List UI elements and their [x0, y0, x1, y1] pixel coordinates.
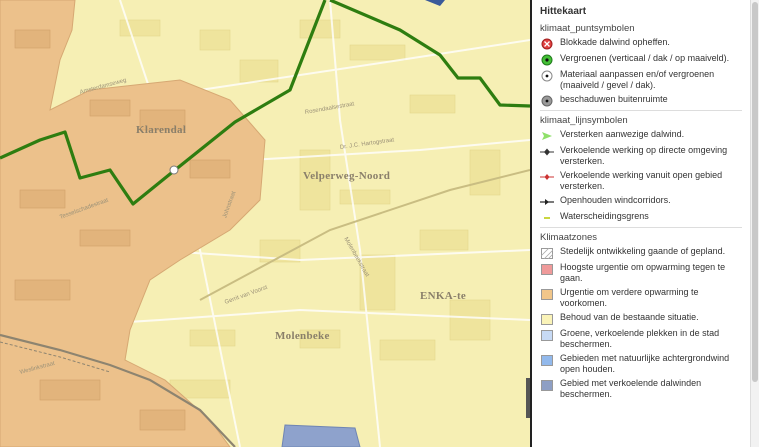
legend-item: Blokkade dalwind opheffen.: [540, 37, 750, 50]
place-label-velperweg-noord: Velperweg-Noord: [303, 170, 391, 182]
legend-item: Versterken aanwezige dalwind.: [540, 129, 750, 142]
legend-item: Behoud van de bestaande situatie.: [540, 312, 750, 325]
map-point-symbol[interactable]: [169, 165, 179, 175]
legend-item-label: Stedelijk ontwikkeling gaande of gepland…: [560, 246, 726, 256]
legend-item: Gebieden met natuurlijke achtergrondwind…: [540, 353, 750, 375]
legend-item-label: Gebied met verkoelende dalwinden bescher…: [560, 378, 702, 399]
orange-box-icon: [540, 288, 554, 300]
legend-item-label: Behoud van de bestaande situatie.: [560, 312, 699, 322]
scrollbar-thumb[interactable]: [752, 2, 758, 382]
legend-item: Vergroenen (verticaal / dak / op maaivel…: [540, 53, 750, 66]
legend-item-label: Gebieden met natuurlijke achtergrondwind…: [560, 353, 730, 374]
slate-box-icon: [540, 379, 554, 391]
legend-item-label: Vergroenen (verticaal / dak / op maaivel…: [560, 53, 730, 63]
hatched-box-icon: [540, 247, 554, 259]
legend-item: Groene, verkoelende plekken in de stad b…: [540, 328, 750, 350]
pink-box-icon: [540, 263, 554, 275]
legend-item-label: Openhouden windcorridors.: [560, 195, 671, 205]
grey-dot-icon: [540, 95, 554, 107]
legend-item-label: Groene, verkoelende plekken in de stad b…: [560, 328, 720, 349]
legend-item-label: Verkoelende werking vanuit open gebied v…: [560, 170, 723, 191]
legend-title: Hittekaart: [540, 6, 587, 17]
map-canvas[interactable]: Klarendal Velperweg-Noord Molenbeke ENKA…: [0, 0, 530, 447]
legend-item-label: Hoogste urgentie om opwarming tegen te g…: [560, 262, 726, 283]
legend-item: Verkoelende werking op directe omgeving …: [540, 145, 750, 167]
white-dot-icon: [540, 70, 554, 82]
legend-separator: [540, 110, 742, 111]
legend-item-label: Waterscheidingsgrens: [560, 211, 649, 221]
legend-separator: [540, 227, 742, 228]
legend-group-title: Klimaatzones: [540, 232, 598, 243]
legend-item: Openhouden windcorridors.: [540, 195, 750, 208]
legend-item-label: Versterken aanwezige dalwind.: [560, 129, 685, 139]
water-area: [281, 424, 361, 447]
place-label-klarendal: Klarendal: [136, 124, 187, 136]
place-label-molenbeke: Molenbeke: [275, 330, 330, 342]
legend-item: Urgentie om verdere opwarming te voorkom…: [540, 287, 750, 309]
green-dot-icon: [540, 54, 554, 66]
legend-item: Waterscheidingsgrens: [540, 211, 750, 224]
map-svg: [0, 0, 530, 447]
green-arrow-icon: [540, 130, 554, 142]
dark-diamond-line-icon: [540, 146, 554, 158]
legend-scrollbar[interactable]: [750, 0, 759, 447]
legend-panel[interactable]: Hittekaart klimaat_puntsymbolen Blokkade…: [532, 0, 750, 447]
yellow-box-icon: [540, 313, 554, 325]
red-cross-circle-icon: [540, 38, 554, 50]
black-arrow-line-icon: [540, 196, 554, 208]
red-diamond-line-icon: [540, 171, 554, 183]
legend-item-label: Blokkade dalwind opheffen.: [560, 37, 670, 47]
legend-item-label: beschaduwen buitenruimte: [560, 94, 668, 104]
legend-group-title: klimaat_puntsymbolen: [540, 23, 635, 34]
app-root: Klarendal Velperweg-Noord Molenbeke ENKA…: [0, 0, 759, 447]
legend-item-label: Urgentie om verdere opwarming te voorkom…: [560, 287, 699, 308]
legend-item: beschaduwen buitenruimte: [540, 94, 750, 107]
legend-item-label: Verkoelende werking op directe omgeving …: [560, 145, 728, 166]
legend-item: Gebied met verkoelende dalwinden bescher…: [540, 378, 750, 400]
light-blue-box-icon: [540, 329, 554, 341]
legend-group-title: klimaat_lijnsymbolen: [540, 115, 628, 126]
legend-item-label: Materiaal aanpassen en/of vergroenen (ma…: [560, 69, 715, 90]
yellow-green-dash-icon: [540, 212, 554, 224]
legend-item: Materiaal aanpassen en/of vergroenen (ma…: [540, 69, 750, 91]
blue-box-icon: [540, 354, 554, 366]
legend-item: Stedelijk ontwikkeling gaande of gepland…: [540, 246, 750, 259]
legend-item: Verkoelende werking vanuit open gebied v…: [540, 170, 750, 192]
legend-item: Hoogste urgentie om opwarming tegen te g…: [540, 262, 750, 284]
place-label-enka: ENKA-te: [420, 290, 467, 302]
